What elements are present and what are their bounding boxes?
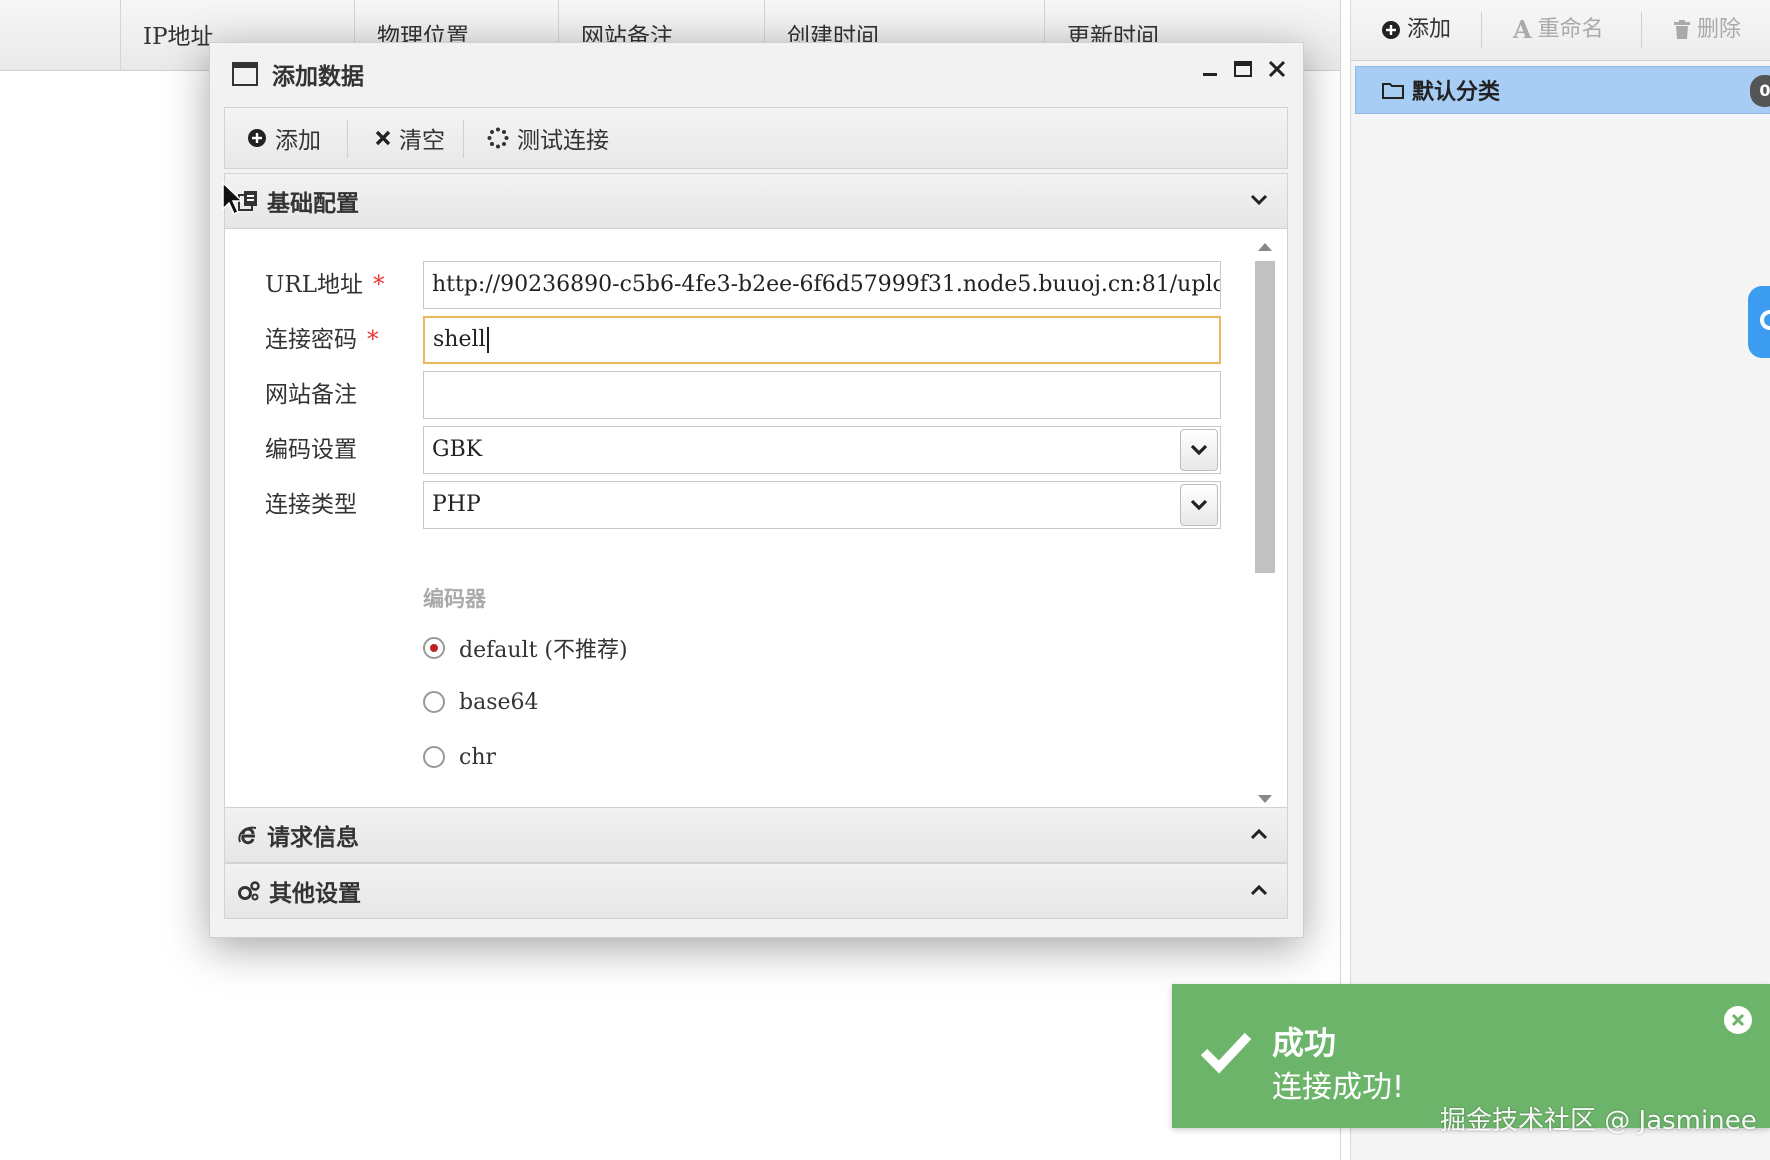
encoder-option-label: chr — [459, 744, 497, 770]
radio-icon[interactable] — [423, 746, 445, 768]
category-delete-label: 删除 — [1697, 17, 1742, 42]
toolbar-separator — [1641, 12, 1642, 48]
maximize-icon[interactable] — [1233, 60, 1253, 78]
encoding-label: 编码设置 — [265, 437, 357, 463]
encoder-option-base64[interactable]: base64 — [423, 682, 539, 722]
dialog-title: 添加数据 — [272, 64, 364, 90]
category-count-badge: 0 — [1750, 75, 1770, 107]
watermark-text: 掘金技术社区 @ Jasminee — [1440, 1106, 1757, 1136]
clear-button-label: 清空 — [399, 128, 445, 154]
add-button-label: 添加 — [275, 128, 321, 154]
add-button[interactable]: 添加 — [247, 108, 321, 168]
encoding-dropdown-button[interactable] — [1180, 429, 1218, 471]
category-item-default[interactable]: 默认分类 0 — [1355, 66, 1770, 114]
window-icon — [232, 62, 258, 86]
basic-config-body: URL地址 * http://90236890-c5b6-4fe3-b2ee-6f… — [224, 229, 1288, 807]
url-label: URL地址 * — [265, 272, 385, 298]
toast-message: 连接成功! — [1272, 1070, 1405, 1105]
toolbar-separator — [463, 120, 464, 158]
chevron-down-icon — [1250, 194, 1268, 206]
encoder-option-default[interactable]: default (不推荐) — [423, 628, 628, 668]
mouse-cursor-icon — [222, 182, 244, 216]
category-add-button[interactable]: 添加 — [1381, 0, 1451, 60]
toolbar-separator — [347, 120, 348, 158]
password-value: shell — [433, 327, 486, 352]
checkmark-icon — [1200, 1032, 1252, 1074]
ie-icon — [237, 824, 259, 846]
section-basic-title: 基础配置 — [267, 191, 359, 217]
required-mark: * — [372, 272, 385, 298]
spinner-icon — [487, 127, 509, 149]
dialog-toolbar: 添加 清空 测试连接 — [224, 107, 1288, 169]
type-label: 连接类型 — [265, 492, 357, 518]
category-rename-label: 重命名 — [1537, 17, 1604, 42]
close-icon — [1731, 1013, 1745, 1027]
radio-icon[interactable] — [423, 691, 445, 713]
scroll-down-arrow-icon[interactable] — [1258, 795, 1272, 803]
chevron-up-icon — [1250, 828, 1268, 840]
test-connection-label: 测试连接 — [517, 128, 609, 154]
category-toolbar: 添加 A 重命名 删除 — [1351, 0, 1770, 61]
category-item-label: 默认分类 — [1412, 80, 1501, 105]
encoder-option-label: base64 — [459, 689, 539, 715]
note-label: 网站备注 — [265, 382, 357, 408]
section-other-title: 其他设置 — [269, 881, 361, 907]
section-other-settings[interactable]: 其他设置 — [224, 863, 1288, 919]
password-label: 连接密码 * — [265, 327, 379, 353]
section-request-title: 请求信息 — [267, 825, 359, 851]
encoder-option-label: default (不推荐) — [459, 638, 628, 663]
x-icon — [375, 130, 391, 146]
plus-circle-icon — [248, 129, 266, 147]
type-select[interactable]: PHP — [423, 481, 1221, 529]
side-float-tab[interactable] — [1748, 286, 1770, 358]
plus-circle-icon — [1382, 21, 1400, 39]
chevron-up-icon — [1250, 884, 1268, 896]
category-rename-button[interactable]: A 重命名 — [1513, 0, 1604, 60]
encoder-option-chr[interactable]: chr — [423, 737, 496, 777]
toast-title: 成功 — [1272, 1024, 1337, 1062]
chevron-down-icon — [1190, 444, 1208, 456]
toolbar-separator — [1481, 12, 1482, 48]
url-input[interactable]: http://90236890-c5b6-4fe3-b2ee-6f6d57999… — [423, 261, 1221, 309]
note-input[interactable] — [423, 371, 1221, 419]
test-connection-button[interactable]: 测试连接 — [487, 108, 609, 168]
toast-close-button[interactable] — [1724, 1006, 1752, 1034]
dialog-titlebar[interactable]: 添加数据 — [210, 43, 1303, 105]
required-mark: * — [367, 327, 379, 353]
form-scrollbar[interactable] — [1255, 239, 1275, 803]
type-value: PHP — [432, 492, 481, 517]
radio-checked-icon[interactable] — [423, 637, 445, 659]
clear-button[interactable]: 清空 — [375, 108, 445, 168]
close-icon[interactable] — [1267, 59, 1287, 79]
password-input[interactable]: shell — [423, 316, 1221, 364]
encoder-group-label: 编码器 — [423, 587, 486, 611]
gears-icon — [237, 880, 261, 902]
text-caret — [486, 327, 489, 353]
category-add-label: 添加 — [1407, 17, 1452, 42]
category-delete-button[interactable]: 删除 — [1673, 0, 1741, 60]
chevron-down-icon — [1190, 499, 1208, 511]
scroll-thumb[interactable] — [1255, 261, 1275, 573]
scroll-up-arrow-icon[interactable] — [1258, 243, 1272, 251]
folder-icon — [1382, 83, 1404, 99]
add-data-dialog: 添加数据 添加 清空 测试连接 基础配置 URL地址 * http://9023… — [209, 42, 1304, 938]
type-dropdown-button[interactable] — [1180, 484, 1218, 526]
encoding-value: GBK — [432, 437, 483, 462]
font-icon: A — [1513, 15, 1532, 44]
section-request-info[interactable]: 请求信息 — [224, 807, 1288, 863]
section-basic-config[interactable]: 基础配置 — [224, 173, 1288, 229]
trash-icon — [1674, 20, 1690, 39]
encoding-select[interactable]: GBK — [423, 426, 1221, 474]
minimize-icon[interactable] — [1201, 60, 1219, 78]
